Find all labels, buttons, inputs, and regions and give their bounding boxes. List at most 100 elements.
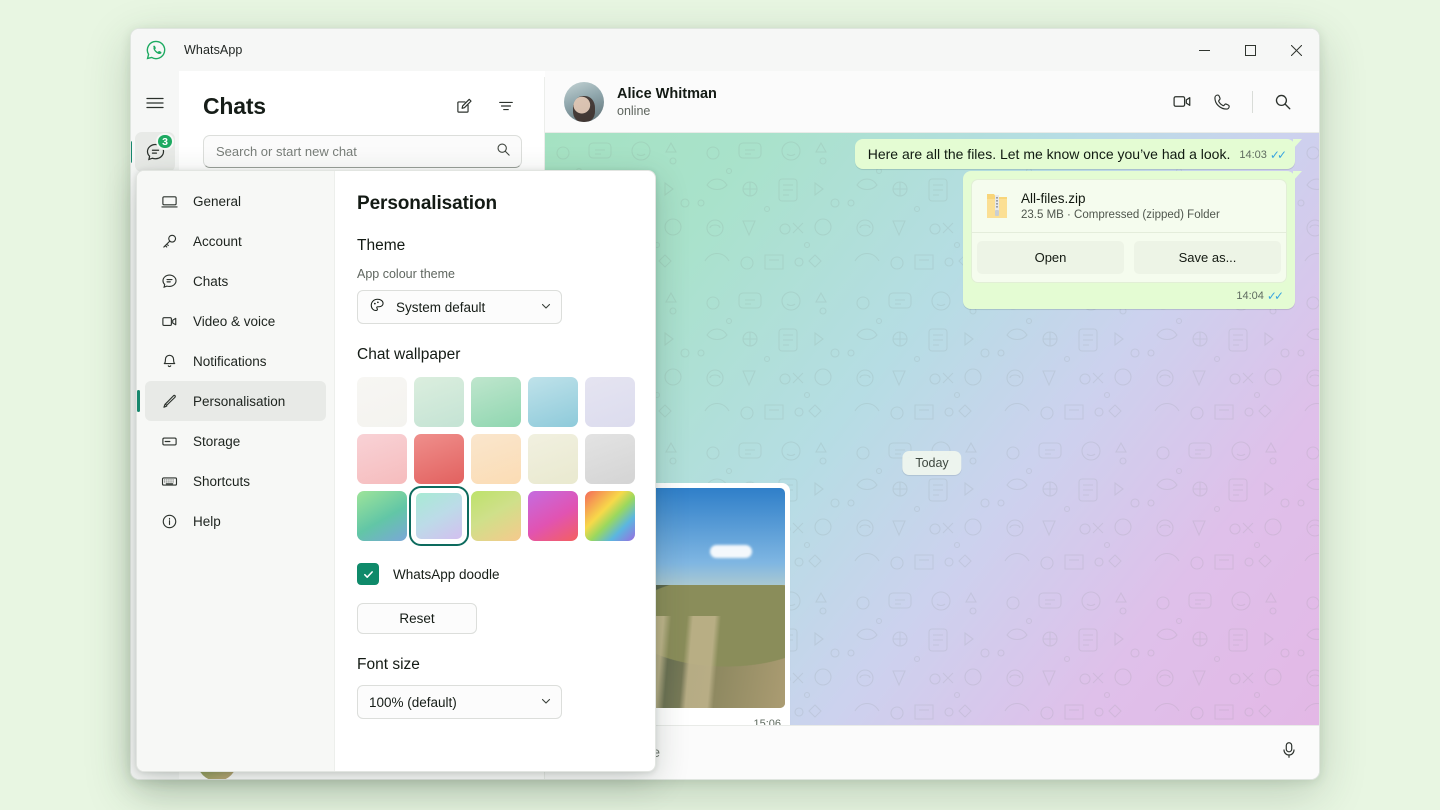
reset-button[interactable]: Reset [357, 603, 477, 634]
wallpaper-swatch-green-blue[interactable] [357, 491, 407, 541]
sidebar-item-general[interactable]: General [145, 181, 326, 221]
settings-nav: General Account Chats Video & voice [137, 171, 335, 771]
close-icon[interactable] [1273, 29, 1319, 71]
wallpaper-swatch-magenta[interactable] [528, 491, 578, 541]
file-name: All-files.zip [1021, 191, 1220, 206]
open-file-button[interactable]: Open [977, 241, 1124, 274]
sidebar-item-storage[interactable]: Storage [145, 421, 326, 461]
message-bubble-outgoing[interactable]: Here are all the files. Let me know once… [855, 139, 1295, 169]
wallpaper-swatch-grid [357, 377, 627, 541]
file-subtitle: 23.5 MB · Compressed (zipped) Folder [1021, 209, 1220, 221]
screen: WhatsApp [0, 0, 1440, 810]
file-message-meta: 14:04 ✓✓ [971, 283, 1287, 305]
file-card: All-files.zip 23.5 MB · Compressed (zipp… [971, 179, 1287, 283]
search-area [179, 135, 544, 168]
sidebar-item-account[interactable]: Account [145, 221, 326, 261]
contact-name: Alice Whitman [617, 86, 717, 102]
file-info: All-files.zip 23.5 MB · Compressed (zipp… [1021, 191, 1220, 221]
message-time: 15:06 [753, 718, 781, 725]
theme-value: System default [396, 300, 485, 315]
checkmark-icon[interactable] [357, 563, 379, 585]
wallpaper-swatch-rainbow[interactable] [585, 491, 635, 541]
hamburger-menu-icon[interactable] [135, 83, 175, 123]
info-circle-icon [159, 513, 179, 530]
window-title: WhatsApp [184, 43, 242, 57]
paintbrush-icon [159, 393, 179, 410]
doodle-label: WhatsApp doodle [393, 567, 500, 582]
divider [1252, 91, 1253, 113]
sidebar-item-shortcuts[interactable]: Shortcuts [145, 461, 326, 501]
wallpaper-swatch-blue[interactable] [528, 377, 578, 427]
message-text: Here are all the files. Let me know once… [868, 146, 1231, 162]
palette-icon [369, 297, 386, 317]
sidebar-item-label: Personalisation [193, 394, 285, 409]
search-input[interactable] [216, 144, 496, 159]
filter-icon[interactable] [490, 90, 522, 122]
message-meta: 14:03 ✓✓ [1239, 148, 1284, 162]
sidebar-item-personalisation[interactable]: Personalisation [145, 381, 326, 421]
wallpaper-swatch-cream[interactable] [528, 434, 578, 484]
font-size-heading: Font size [357, 656, 627, 674]
wallpaper-swatch-pale-mint[interactable] [414, 377, 464, 427]
wallpaper-swatch-grey[interactable] [585, 434, 635, 484]
conversation-actions [1166, 86, 1299, 118]
microphone-icon[interactable] [1279, 740, 1299, 765]
sidebar-item-label: Account [193, 234, 242, 249]
voice-call-icon[interactable] [1206, 86, 1238, 118]
conversation-pane: Alice Whitman online [545, 71, 1319, 779]
window-titlebar: WhatsApp [131, 29, 1319, 71]
conversation-header: Alice Whitman online [545, 71, 1319, 133]
file-row: All-files.zip 23.5 MB · Compressed (zipp… [972, 180, 1286, 232]
wallpaper-swatch-peach[interactable] [471, 434, 521, 484]
font-size-dropdown[interactable]: 100% (default) [357, 685, 562, 719]
message-time: 14:03 [1239, 149, 1267, 161]
sidebar-item-label: Help [193, 514, 221, 529]
search-box[interactable] [203, 135, 522, 168]
wallpaper-swatch-green[interactable] [471, 377, 521, 427]
app-colour-theme-dropdown[interactable]: System default [357, 290, 562, 324]
wallpaper-swatch-lime-peach[interactable] [471, 491, 521, 541]
nav-chats-button[interactable]: 3 [135, 132, 175, 172]
message-composer[interactable]: Type a message [545, 725, 1319, 779]
chat-bubble-icon [159, 273, 179, 290]
theme-heading: Theme [357, 237, 627, 255]
contact-meta: Alice Whitman online [617, 86, 717, 118]
whatsapp-logo-icon [144, 38, 168, 62]
read-double-check-icon: ✓✓ [1267, 289, 1281, 303]
theme-label: App colour theme [357, 267, 627, 281]
settings-heading: Personalisation [357, 193, 627, 215]
sidebar-item-chats[interactable]: Chats [145, 261, 326, 301]
chat-list-actions [448, 90, 522, 122]
search-in-chat-icon[interactable] [1267, 86, 1299, 118]
sidebar-item-notifications[interactable]: Notifications [145, 341, 326, 381]
contact-avatar[interactable] [564, 82, 604, 122]
wallpaper-swatch-white[interactable] [357, 377, 407, 427]
wallpaper-swatch-red[interactable] [414, 434, 464, 484]
minimize-icon[interactable] [1181, 29, 1227, 71]
save-as-button[interactable]: Save as... [1134, 241, 1281, 274]
doodle-toggle-row[interactable]: WhatsApp doodle [357, 563, 627, 585]
maximize-icon[interactable] [1227, 29, 1273, 71]
zip-folder-icon [985, 191, 1009, 221]
bell-icon [159, 353, 179, 370]
wallpaper-swatch-pink[interactable] [357, 434, 407, 484]
video-camera-icon [159, 313, 179, 330]
sidebar-item-help[interactable]: Help [145, 501, 326, 541]
compose-new-chat-icon[interactable] [448, 90, 480, 122]
video-call-icon[interactable] [1166, 86, 1198, 118]
wallpaper-heading: Chat wallpaper [357, 346, 627, 364]
settings-dialog: General Account Chats Video & voice [136, 170, 656, 772]
chevron-down-icon [540, 695, 552, 710]
wallpaper-swatch-mint-lilac[interactable] [414, 491, 464, 541]
sidebar-item-label: Video & voice [193, 314, 275, 329]
message-meta: 15:06 [753, 718, 781, 725]
day-divider: Today [902, 451, 961, 475]
search-icon[interactable] [496, 142, 511, 162]
file-actions: Open Save as... [972, 232, 1286, 282]
sidebar-item-label: Notifications [193, 354, 267, 369]
display-icon [159, 193, 179, 210]
page-title: Chats [203, 93, 266, 120]
wallpaper-swatch-lavender[interactable] [585, 377, 635, 427]
message-bubble-file[interactable]: All-files.zip 23.5 MB · Compressed (zipp… [963, 171, 1295, 309]
sidebar-item-video-voice[interactable]: Video & voice [145, 301, 326, 341]
